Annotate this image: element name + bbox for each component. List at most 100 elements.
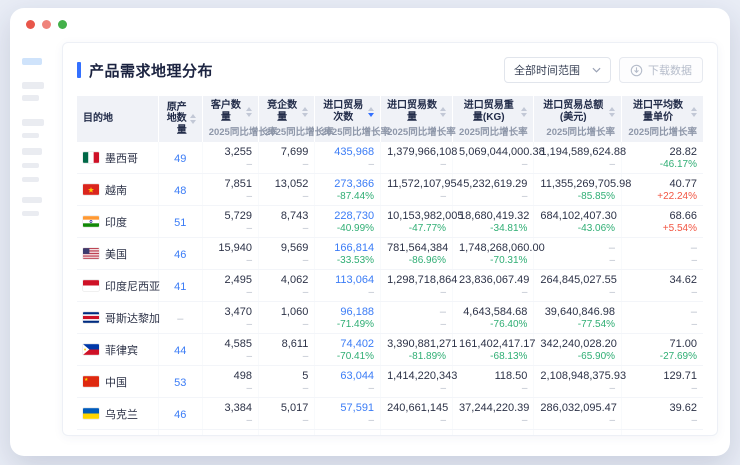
column-header[interactable]: 进口贸易重量(KG)2025同比增长率 xyxy=(453,96,534,142)
metric-cell: 1– xyxy=(381,430,453,437)
metric-cell: 240,661,145– xyxy=(381,398,453,430)
origin-count-link[interactable]: 41 xyxy=(174,281,186,293)
metric-value: 5,069,044,000.38 xyxy=(459,145,527,159)
origin-count-link[interactable]: 48 xyxy=(174,185,186,197)
metric-value[interactable]: 228,730 xyxy=(321,209,374,223)
metric-value[interactable]: 74,402 xyxy=(321,337,374,351)
flag-us-icon xyxy=(83,248,99,259)
metric-cell: –– xyxy=(622,238,703,270)
traffic-light-minimize-icon[interactable] xyxy=(42,20,51,29)
metric-value[interactable]: 56,238 xyxy=(321,433,374,436)
destination-cell: 越南 xyxy=(77,174,158,206)
metric-value[interactable]: 63,044 xyxy=(321,369,374,383)
origin-count-link[interactable]: 46 xyxy=(174,409,186,421)
yoy-growth: – xyxy=(209,319,252,331)
metric-cell: 13,052– xyxy=(259,174,315,206)
metric-cell: 8,743– xyxy=(259,206,315,238)
metric-cell: 7,699– xyxy=(259,142,315,174)
origin-count-link[interactable]: 44 xyxy=(174,345,186,357)
sort-icon[interactable] xyxy=(691,107,697,117)
yoy-growth: – xyxy=(265,351,308,363)
metric-value: 40.77 xyxy=(628,177,697,191)
download-data-button[interactable]: 下载数据 xyxy=(619,57,703,83)
metric-value: 264,845,027.55 xyxy=(540,273,615,287)
metric-cell: 56,238– xyxy=(315,430,381,437)
metric-cell: 7,851– xyxy=(202,174,258,206)
metric-cell: 23,836,067.49– xyxy=(453,270,534,302)
metric-cell: 3,384– xyxy=(202,398,258,430)
sidebar-skeleton-item xyxy=(22,148,42,155)
metric-value: 1,414,220,343 xyxy=(387,369,446,383)
yoy-growth: -34.81% xyxy=(459,223,527,235)
time-range-select[interactable]: 全部时间范围 xyxy=(504,57,611,83)
yoy-growth: -46.17% xyxy=(628,159,697,171)
metric-value: 8,743 xyxy=(265,209,308,223)
metric-cell: 1,379,966,108– xyxy=(381,142,453,174)
sort-icon[interactable] xyxy=(190,114,196,124)
origin-count-link[interactable]: 53 xyxy=(174,377,186,389)
metric-value: 240,661,145 xyxy=(387,401,446,415)
metric-value[interactable]: 96,188 xyxy=(321,305,374,319)
yoy-growth: – xyxy=(387,287,446,299)
metric-value: 5,017 xyxy=(265,401,308,415)
column-header[interactable]: 客户数量2025同比增长率 xyxy=(202,96,258,142)
table-row: 中国53498–5–63,044–1,414,220,343–118.50–2,… xyxy=(77,366,703,398)
column-header[interactable]: 进口贸易数量2025同比增长率 xyxy=(381,96,453,142)
metric-cell: –– xyxy=(622,302,703,334)
destination-cell: 菲律宾 xyxy=(77,334,158,366)
sort-icon[interactable] xyxy=(302,107,308,117)
sort-icon[interactable] xyxy=(609,107,615,117)
metric-value[interactable]: 435,968 xyxy=(321,145,374,159)
column-header[interactable]: 进口平均数量单价2025同比增长率 xyxy=(622,96,703,142)
metric-value: 24.00 xyxy=(540,433,615,436)
origin-count-link: – xyxy=(177,313,183,325)
yoy-growth: +5.54% xyxy=(628,223,697,235)
metric-cell: 129.71– xyxy=(622,366,703,398)
origin-count-link[interactable]: 46 xyxy=(174,249,186,261)
download-label: 下载数据 xyxy=(648,62,692,78)
yoy-growth: – xyxy=(265,415,308,427)
yoy-growth: – xyxy=(628,319,697,331)
yoy-growth: -81.89% xyxy=(387,351,446,363)
column-header[interactable]: 原产地数量 xyxy=(158,96,202,142)
metric-value[interactable]: 273,366 xyxy=(321,177,374,191)
column-header[interactable]: 进口贸易次数2025同比增长率 xyxy=(315,96,381,142)
yoy-growth: – xyxy=(628,255,697,267)
metric-value[interactable]: 166,814 xyxy=(321,241,374,255)
sidebar-item-active[interactable] xyxy=(22,58,42,65)
traffic-light-close-icon[interactable] xyxy=(26,20,35,29)
metric-cell: 4,585– xyxy=(202,334,258,366)
column-header[interactable]: 进口贸易总额(美元)2025同比增长率 xyxy=(534,96,622,142)
metric-value: 8,611 xyxy=(265,337,308,351)
metric-cell: 166,814-33.53% xyxy=(315,238,381,270)
metric-value: 3,390,881,271 xyxy=(387,337,446,351)
metric-value: 11,355,269,705.98 xyxy=(540,177,615,191)
origin-count-link[interactable]: 51 xyxy=(174,217,186,229)
yoy-growth: -65.90% xyxy=(540,351,615,363)
metric-value: – xyxy=(387,305,446,319)
origin-count-link[interactable]: 49 xyxy=(174,153,186,165)
metric-value[interactable]: 57,591 xyxy=(321,401,374,415)
yoy-growth: – xyxy=(459,287,527,299)
sidebar-skeleton xyxy=(10,40,62,456)
sort-icon[interactable] xyxy=(521,107,527,117)
origin-count-cell: – xyxy=(158,302,202,334)
sidebar-skeleton-item xyxy=(22,163,39,168)
metric-value[interactable]: 113,064 xyxy=(321,273,374,287)
origin-count-cell: 46 xyxy=(158,398,202,430)
sort-icon[interactable] xyxy=(246,107,252,117)
country-name: 越南 xyxy=(105,185,127,197)
metric-cell: 10,153,982,005-47.77% xyxy=(381,206,453,238)
metric-cell: 1– xyxy=(259,430,315,437)
sort-icon[interactable] xyxy=(368,107,374,117)
yoy-growth: – xyxy=(209,159,252,171)
traffic-light-zoom-icon[interactable] xyxy=(58,20,67,29)
column-header[interactable]: 竞企数量2025同比增长率 xyxy=(259,96,315,142)
yoy-growth: – xyxy=(459,383,527,395)
sort-icon[interactable] xyxy=(440,107,446,117)
metric-value: 1,298,718,864 xyxy=(387,273,446,287)
metric-value: 3,384 xyxy=(209,401,252,415)
metric-cell: 24.00– xyxy=(622,430,703,437)
column-header: 目的地 xyxy=(77,96,158,142)
country-name: 印度尼西亚 xyxy=(105,281,160,293)
